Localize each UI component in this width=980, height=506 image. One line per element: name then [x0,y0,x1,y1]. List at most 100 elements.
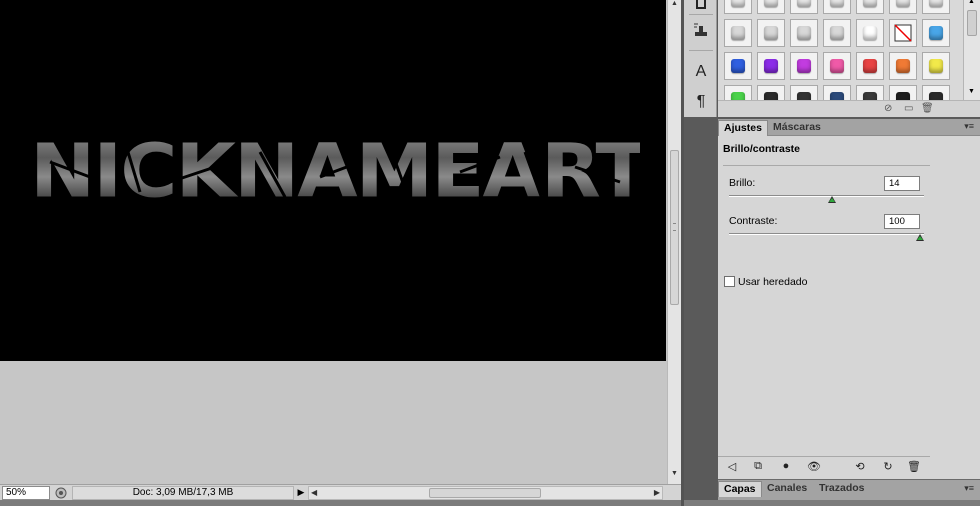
clear-style-icon[interactable]: ⊘ [884,103,892,114]
brightness-slider-handle[interactable] [828,196,837,203]
use-legacy-checkbox[interactable] [724,276,735,287]
style-swatch-chip [863,0,877,7]
style-swatch[interactable] [724,19,752,47]
style-swatch[interactable] [823,0,851,14]
style-swatch[interactable] [757,52,785,80]
zoom-field[interactable]: 50% [2,485,50,500]
style-swatch[interactable] [790,85,818,100]
style-swatch[interactable] [922,0,950,14]
tab-mascaras[interactable]: Máscaras [768,120,826,136]
scroll-down-arrow-icon[interactable]: ▼ [968,88,975,95]
style-swatch[interactable] [823,85,851,100]
no-style-icon [894,24,912,42]
style-swatch-chip [863,26,877,40]
style-swatch[interactable] [922,85,950,100]
status-bar: 50% Doc: 3,09 MB/17,3 MB ▶ ◀ ▶ [0,484,681,500]
brightness-input[interactable]: 14 [884,176,920,191]
character-panel-icon[interactable]: A [690,61,712,83]
style-swatch-chip [731,26,745,40]
clip-to-layer-icon[interactable]: ● [778,460,794,474]
style-swatch-chip [863,92,877,100]
clone-stamp-icon[interactable] [690,19,712,41]
style-swatch-chip [731,92,745,100]
style-swatch[interactable] [823,19,851,47]
style-swatch-chip [797,92,811,100]
style-swatch-chip [896,59,910,73]
style-swatch[interactable] [823,52,851,80]
document-horizontal-scrollbar[interactable]: ◀ ▶ [308,485,663,500]
panel-menu-icon[interactable]: ▾≡ [964,121,974,132]
contrast-slider-handle[interactable] [916,234,924,241]
panel-icon-strip: A ¶ [684,0,717,117]
status-menu-arrow-icon[interactable]: ▶ [294,487,308,498]
style-swatch[interactable] [922,19,950,47]
style-swatch-chip [929,92,943,100]
adjustment-title: Brillo/contraste [723,143,801,155]
styles-scrollbar[interactable]: ▲ ▼ [963,0,980,100]
style-swatch[interactable] [856,19,884,47]
delete-adjustment-icon[interactable]: 🗑 [906,460,922,474]
style-swatch-chip [764,92,778,100]
status-info-icon[interactable] [52,486,70,500]
style-swatch[interactable] [922,52,950,80]
style-swatch-chip [731,59,745,73]
reset-icon[interactable]: ↻ [880,460,896,474]
scroll-left-arrow-icon[interactable]: ◀ [311,488,317,497]
style-swatch[interactable] [757,0,785,14]
style-swatch[interactable] [757,19,785,47]
style-swatch-chip [830,0,844,7]
tab-capas[interactable]: Capas [718,481,762,497]
horizontal-scroll-thumb[interactable] [429,487,541,498]
style-swatch[interactable] [856,0,884,14]
vertical-scroll-thumb[interactable] [670,150,679,305]
visibility-eye-icon[interactable]: 👁 [806,460,822,474]
style-swatch[interactable] [889,52,917,80]
adjustments-panel: Ajustes Máscaras ▾≡ Brillo/contraste Bri… [718,119,980,479]
style-swatch[interactable] [856,85,884,100]
style-swatch-chip [863,59,877,73]
view-previous-state-icon[interactable]: ⟲ [852,460,868,474]
contrast-slider-track[interactable] [729,233,924,241]
new-style-icon[interactable]: ▭ [904,103,913,114]
styles-scroll-thumb[interactable] [967,10,977,36]
tab-canales[interactable]: Canales [762,481,812,497]
style-swatch-chip [830,26,844,40]
style-swatch[interactable] [790,19,818,47]
use-legacy-label: Usar heredado [738,276,808,288]
document-vertical-scrollbar[interactable]: ▲ ▼ [667,0,681,484]
canvas[interactable]: NICKNAMEART [0,0,666,361]
style-swatch-chip [764,0,778,7]
style-swatch[interactable] [724,85,752,100]
style-swatch[interactable] [856,52,884,80]
style-swatch[interactable] [757,85,785,100]
expand-view-icon[interactable]: ⧉ [750,460,766,474]
style-swatch-chip [896,0,910,7]
scroll-up-arrow-icon[interactable]: ▲ [968,0,975,5]
style-swatch[interactable] [889,0,917,14]
tool-separator [689,14,713,15]
style-swatch-chip [929,0,943,7]
tab-trazados[interactable]: Trazados [814,481,870,497]
style-swatch[interactable] [889,85,917,100]
scroll-right-arrow-icon[interactable]: ▶ [654,488,660,497]
style-swatch[interactable] [889,19,917,47]
tab-ajustes[interactable]: Ajustes [718,120,768,136]
delete-style-icon[interactable]: 🗑 [921,103,934,114]
back-arrow-icon[interactable]: ◁ [724,460,740,474]
document-window: NICKNAMEART [0,0,667,484]
contrast-input[interactable]: 100 [884,214,920,229]
style-swatch-chip [797,0,811,7]
style-swatch[interactable] [724,0,752,14]
style-swatch[interactable] [790,0,818,14]
contrast-label: Contraste: [729,215,778,227]
paragraph-panel-icon[interactable]: ¶ [690,91,712,113]
panel-menu-icon[interactable]: ▾≡ [964,483,974,494]
adjustments-tab-bar: Ajustes Máscaras ▾≡ [718,119,980,136]
scroll-down-arrow-icon[interactable]: ▼ [671,470,678,477]
brush-preset-icon[interactable] [690,0,712,14]
style-swatch[interactable] [724,52,752,80]
brightness-slider-track[interactable] [729,195,924,203]
scroll-up-arrow-icon[interactable]: ▲ [671,0,678,7]
style-swatch[interactable] [790,52,818,80]
nickname-art-text: NICKNAMEART [30,125,649,220]
